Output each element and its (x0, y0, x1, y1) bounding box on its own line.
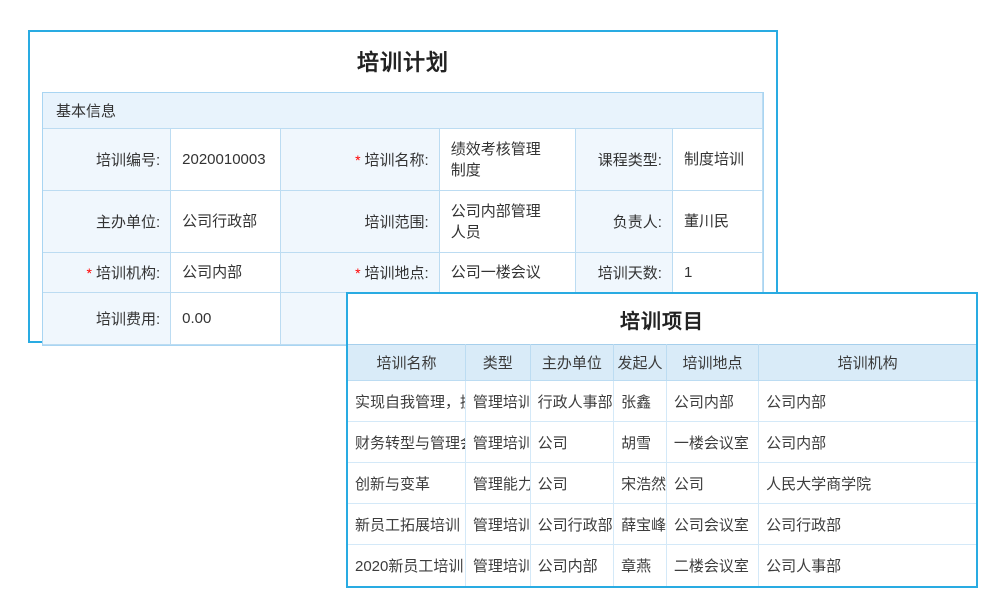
field-label-text: 培训范围: (365, 211, 429, 232)
field-value-training-no: 2020010003 (171, 129, 280, 191)
type-cell: 管理培训 (465, 545, 530, 586)
training-projects-table: 培训名称 类型 主办单位 发起人 培训地点 培训机构 实现自我管理，提... 管… (348, 344, 976, 586)
field-value-training-name: 绩效考核管理制度 (440, 129, 576, 191)
initiator-link[interactable]: 胡雪 (614, 422, 667, 463)
column-header-host-unit: 主办单位 (530, 345, 614, 381)
training-projects-panel: 培训项目 培训名称 类型 主办单位 发起人 培训地点 培训机构 实现自我管理，提… (346, 292, 978, 588)
training-name-link[interactable]: 财务转型与管理会计 (348, 422, 465, 463)
field-value-course-type: 制度培训 (673, 129, 763, 191)
organization-cell: 公司行政部 (759, 504, 976, 545)
column-header-organization: 培训机构 (759, 345, 976, 381)
field-label-text: 培训机构: (96, 262, 160, 283)
required-asterisk: * (87, 265, 92, 281)
column-header-location: 培训地点 (666, 345, 758, 381)
field-value-training-scope: 公司内部管理人员 (440, 191, 576, 253)
type-cell: 管理培训 (465, 381, 530, 422)
table-row: 创新与变革 管理能力 公司 宋浩然 公司 人民大学商学院 (348, 463, 976, 504)
field-value-person-in-charge: 董川民 (673, 191, 763, 253)
host-unit-cell: 行政人事部 (530, 381, 614, 422)
host-unit-cell: 公司 (530, 422, 614, 463)
location-cell: 公司内部 (666, 381, 758, 422)
field-label-text: 培训天数: (598, 262, 662, 283)
required-asterisk: * (355, 152, 360, 168)
field-label-text: 培训费用: (96, 308, 160, 329)
location-cell: 一楼会议室 (666, 422, 758, 463)
field-label-text: 负责人: (613, 211, 662, 232)
basic-info-section-header: 基本信息 (43, 93, 763, 129)
column-header-initiator: 发起人 (614, 345, 667, 381)
organization-cell: 公司内部 (759, 381, 976, 422)
field-value-training-days: 1 (673, 253, 763, 293)
training-name-link[interactable]: 创新与变革 (348, 463, 465, 504)
field-label-text: 培训地点: (365, 262, 429, 283)
field-label-training-place: * 培训地点: (281, 253, 440, 293)
type-cell: 管理培训 (465, 422, 530, 463)
field-label-person-in-charge: 负责人: (576, 191, 673, 253)
field-value-training-org: 公司内部 (171, 253, 280, 293)
organization-cell: 公司人事部 (759, 545, 976, 586)
table-row: 实现自我管理，提... 管理培训 行政人事部 张鑫 公司内部 公司内部 (348, 381, 976, 422)
type-cell: 管理培训 (465, 504, 530, 545)
type-cell: 管理能力 (465, 463, 530, 504)
table-row: 新员工拓展培训 管理培训 公司行政部 薛宝峰 公司会议室 公司行政部 (348, 504, 976, 545)
field-label-text: 培训编号: (96, 149, 160, 170)
host-unit-cell: 公司 (530, 463, 614, 504)
field-label-host-unit: 主办单位: (43, 191, 171, 253)
field-label-text: 主办单位: (96, 211, 160, 232)
initiator-link[interactable]: 宋浩然 (614, 463, 667, 504)
field-value-training-cost: 0.00 (171, 293, 280, 345)
training-plan-title: 培训计划 (30, 32, 776, 77)
field-label-text: 课程类型: (598, 149, 662, 170)
location-cell: 公司会议室 (666, 504, 758, 545)
table-row: 财务转型与管理会计 管理培训 公司 胡雪 一楼会议室 公司内部 (348, 422, 976, 463)
table-row: 2020新员工培训 管理培训 公司内部 章燕 二楼会议室 公司人事部 (348, 545, 976, 586)
host-unit-cell: 公司内部 (530, 545, 614, 586)
field-label-text: 培训名称: (365, 149, 429, 170)
required-asterisk: * (355, 265, 360, 281)
field-label-course-type: 课程类型: (576, 129, 673, 191)
field-label-training-cost: 培训费用: (43, 293, 171, 345)
field-label-training-no: 培训编号: (43, 129, 171, 191)
initiator-link[interactable]: 薛宝峰 (614, 504, 667, 545)
training-name-link[interactable]: 2020新员工培训 (348, 545, 465, 586)
field-label-training-scope: 培训范围: (281, 191, 440, 253)
column-header-type: 类型 (465, 345, 530, 381)
field-value-training-place: 公司一楼会议 (440, 253, 576, 293)
location-cell: 二楼会议室 (666, 545, 758, 586)
initiator-link[interactable]: 张鑫 (614, 381, 667, 422)
table-header-row: 培训名称 类型 主办单位 发起人 培训地点 培训机构 (348, 345, 976, 381)
screen: 培训计划 基本信息 培训编号: 2020010003 * 培训名称: 绩效考核管理… (0, 0, 1000, 600)
training-projects-title: 培训项目 (348, 294, 976, 344)
host-unit-cell: 公司行政部 (530, 504, 614, 545)
field-label-training-org: *培训机构: (43, 253, 171, 293)
organization-cell: 人民大学商学院 (759, 463, 976, 504)
field-label-training-days: 培训天数: (576, 253, 673, 293)
column-header-training-name: 培训名称 (348, 345, 465, 381)
field-label-training-name: * 培训名称: (281, 129, 440, 191)
initiator-link[interactable]: 章燕 (614, 545, 667, 586)
training-name-link[interactable]: 新员工拓展培训 (348, 504, 465, 545)
location-cell: 公司 (666, 463, 758, 504)
training-name-link[interactable]: 实现自我管理，提... (348, 381, 465, 422)
organization-cell: 公司内部 (759, 422, 976, 463)
field-value-host-unit: 公司行政部 (171, 191, 280, 253)
